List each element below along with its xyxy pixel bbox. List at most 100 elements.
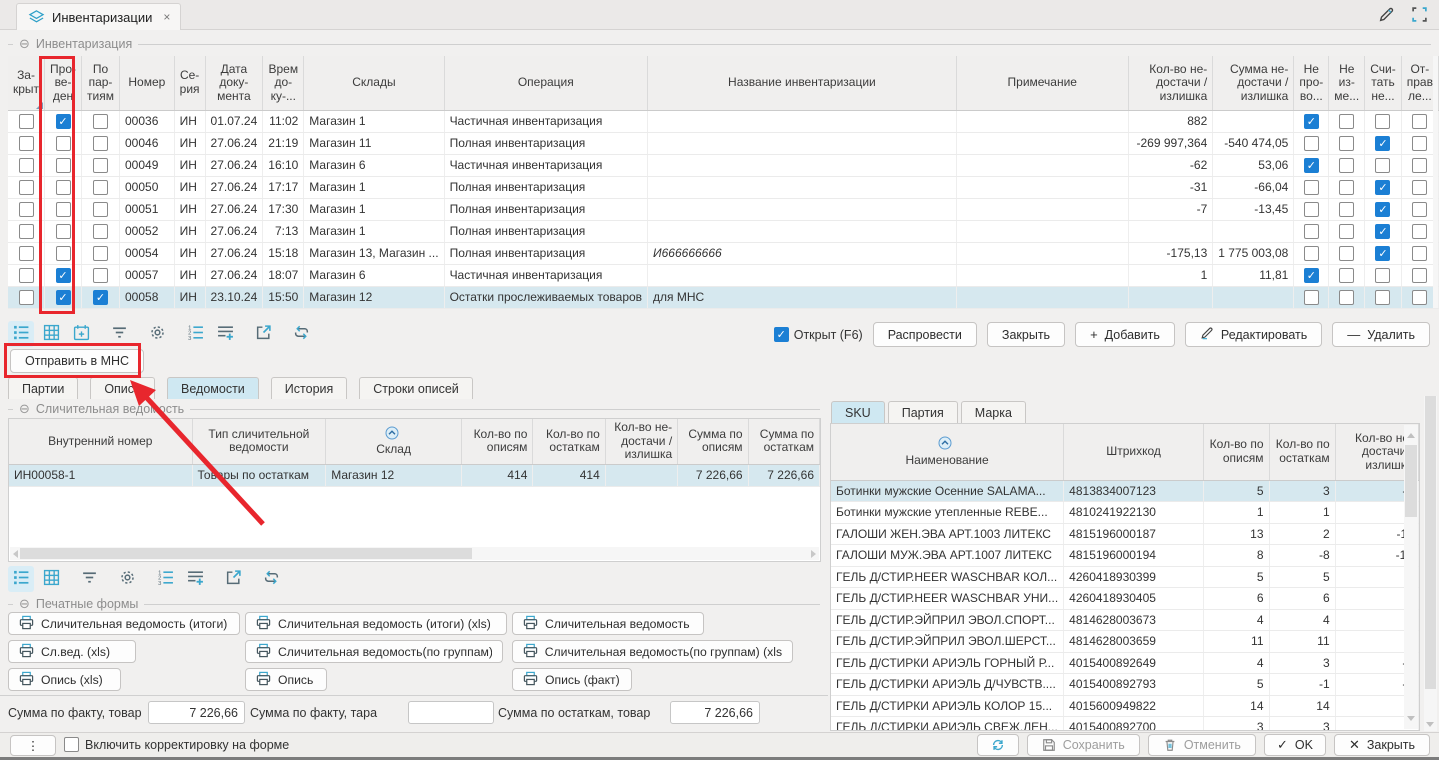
- checkbox[interactable]: ✓: [1304, 136, 1319, 151]
- checkbox[interactable]: ✓: [56, 114, 71, 129]
- hscroll-thumb[interactable]: [20, 548, 472, 559]
- table-row[interactable]: ✓✓✓00049ИН27.06.2416:10Магазин 6Частична…: [8, 154, 1439, 176]
- checkbox[interactable]: ✓: [19, 202, 34, 217]
- checkbox[interactable]: ✓: [1304, 268, 1319, 283]
- column-header-doc-date[interactable]: Датадоку-мента: [205, 56, 263, 110]
- cell-not-posted[interactable]: ✓: [1294, 176, 1329, 198]
- checkbox[interactable]: ✓: [56, 136, 71, 151]
- column-header-count-not[interactable]: Счи-татьне...: [1365, 56, 1401, 110]
- checkbox[interactable]: ✓: [19, 246, 34, 261]
- checkbox[interactable]: ✓: [1304, 114, 1319, 129]
- checkbox[interactable]: ✓: [1375, 202, 1390, 217]
- column-header-note[interactable]: Примечание: [956, 56, 1128, 110]
- column-header-posted[interactable]: Про-ве-ден: [45, 56, 82, 110]
- cell-by-batches[interactable]: ✓: [82, 176, 120, 198]
- collapse-icon[interactable]: ⊖: [19, 596, 30, 612]
- table-row[interactable]: ГЕЛЬ Д/СТИРКИ АРИЭЛЬ Д/ЧУВСТВ....4015400…: [831, 674, 1419, 696]
- checkbox[interactable]: ✓: [1339, 136, 1354, 151]
- checkbox[interactable]: ✓: [1304, 202, 1319, 217]
- table-row[interactable]: ГЕЛЬ Д/СТИР.ЭЙПРИЛ ЭВОЛ.ШЕРСТ...48146280…: [831, 631, 1419, 653]
- cell-count-not[interactable]: ✓: [1365, 132, 1401, 154]
- checkbox[interactable]: ✓: [93, 246, 108, 261]
- edit-pencil-icon[interactable]: [1373, 2, 1400, 27]
- cell-posted[interactable]: ✓: [45, 286, 82, 308]
- save-button[interactable]: Сохранить: [1027, 734, 1140, 756]
- print-button-опись[interactable]: Опись: [245, 668, 327, 691]
- cell-closed[interactable]: ✓: [8, 110, 45, 132]
- gear-button[interactable]: [144, 321, 170, 347]
- checkbox[interactable]: ✓: [19, 136, 34, 151]
- cell-not-posted[interactable]: ✓: [1294, 242, 1329, 264]
- cell-count-not[interactable]: ✓: [1365, 154, 1401, 176]
- checkbox[interactable]: ✓: [19, 158, 34, 173]
- tab-sku[interactable]: SKU: [831, 401, 885, 423]
- checkbox[interactable]: ✓: [1375, 136, 1390, 151]
- column-header-qty-by-stock[interactable]: Кол-во поостаткам: [1269, 424, 1335, 480]
- send-to-mns-button[interactable]: Отправить в МНС: [10, 349, 144, 373]
- column-header-qty-by-stock[interactable]: Кол-во поостаткам: [533, 419, 605, 464]
- checkbox[interactable]: ✓: [1304, 246, 1319, 261]
- cell-not-changed[interactable]: ✓: [1329, 132, 1365, 154]
- checkbox[interactable]: ✓: [1412, 202, 1427, 217]
- cell-posted[interactable]: ✓: [45, 176, 82, 198]
- list-view-button[interactable]: [8, 566, 34, 592]
- checkbox[interactable]: ✓: [1339, 268, 1354, 283]
- cell-not-posted[interactable]: ✓: [1294, 110, 1329, 132]
- checkbox[interactable]: ✓: [56, 246, 71, 261]
- column-header-barcode[interactable]: Штрихкод: [1064, 424, 1204, 480]
- collapse-icon[interactable]: ⊖: [19, 36, 30, 52]
- print-button-сличительная-ведомость-по-группам-[interactable]: Сличительная ведомость(по группам): [245, 640, 503, 663]
- column-header-closed[interactable]: За-крыт: [8, 56, 45, 110]
- table-row[interactable]: ✓✓✓00036ИН01.07.2411:02Магазин 1Частична…: [8, 110, 1439, 132]
- cell-by-batches[interactable]: ✓: [82, 286, 120, 308]
- table-row[interactable]: ГЕЛЬ Д/СТИРКИ АРИЭЛЬ ГОРНЫЙ Р...40154008…: [831, 652, 1419, 674]
- table-row[interactable]: ГЕЛЬ Д/СТИР.ЭЙПРИЛ ЭВОЛ.СПОРТ...48146280…: [831, 609, 1419, 631]
- checkbox[interactable]: ✓: [1304, 224, 1319, 239]
- checkbox[interactable]: ✓: [56, 224, 71, 239]
- fullscreen-icon[interactable]: [1406, 2, 1433, 27]
- checkbox[interactable]: ✓: [774, 327, 789, 342]
- cell-not-posted[interactable]: ✓: [1294, 154, 1329, 176]
- checkbox[interactable]: ✓: [93, 202, 108, 217]
- cell-by-batches[interactable]: ✓: [82, 132, 120, 154]
- column-header-qty-by-lists[interactable]: Кол-во поописям: [1203, 424, 1269, 480]
- close-form-button[interactable]: ✕Закрыть: [1334, 734, 1430, 756]
- checkbox[interactable]: ✓: [1339, 246, 1354, 261]
- filter-button[interactable]: [76, 566, 102, 592]
- checkbox[interactable]: ✓: [1375, 246, 1390, 261]
- table-row[interactable]: ГЕЛЬ Д/СТИРКИ АРИЭЛЬ КОЛОР 15...40156009…: [831, 695, 1419, 717]
- cell-posted[interactable]: ✓: [45, 198, 82, 220]
- add-button[interactable]: +Добавить: [1075, 322, 1175, 347]
- main-table-vscroll[interactable]: [1433, 56, 1438, 308]
- checkbox[interactable]: ✓: [93, 290, 108, 305]
- sku-vscrollbar[interactable]: [1404, 425, 1418, 729]
- cell-by-batches[interactable]: ✓: [82, 220, 120, 242]
- cell-count-not[interactable]: ✓: [1365, 220, 1401, 242]
- checkbox[interactable]: ✓: [1412, 180, 1427, 195]
- checkbox[interactable]: ✓: [56, 158, 71, 173]
- column-header-operation[interactable]: Операция: [444, 56, 647, 110]
- checkbox[interactable]: ✓: [1375, 224, 1390, 239]
- cell-closed[interactable]: ✓: [8, 154, 45, 176]
- numbered-list-button[interactable]: 123: [152, 566, 178, 592]
- checkbox[interactable]: ✓: [19, 114, 34, 129]
- grid-button[interactable]: [38, 321, 64, 347]
- checkbox[interactable]: ✓: [1339, 224, 1354, 239]
- cell-not-changed[interactable]: ✓: [1329, 220, 1365, 242]
- checkbox[interactable]: ✓: [93, 158, 108, 173]
- cell-closed[interactable]: ✓: [8, 264, 45, 286]
- cell-posted[interactable]: ✓: [45, 220, 82, 242]
- cell-not-changed[interactable]: ✓: [1329, 176, 1365, 198]
- vscroll-thumb[interactable]: [1425, 396, 1436, 689]
- numbered-list-button[interactable]: 123: [182, 321, 208, 347]
- column-header-doc-time[interactable]: Времдо-ку-...: [263, 56, 304, 110]
- cell-not-changed[interactable]: ✓: [1329, 286, 1365, 308]
- checkbox[interactable]: ✓: [93, 136, 108, 151]
- sort-up-icon[interactable]: [385, 426, 399, 444]
- cell-count-not[interactable]: ✓: [1365, 286, 1401, 308]
- export-button[interactable]: [220, 566, 246, 592]
- column-header-qty-by-lists[interactable]: Кол-во поописям: [462, 419, 533, 464]
- reload-button[interactable]: [288, 321, 314, 347]
- cell-posted[interactable]: ✓: [45, 242, 82, 264]
- more-menu-button[interactable]: ⋮: [10, 735, 56, 756]
